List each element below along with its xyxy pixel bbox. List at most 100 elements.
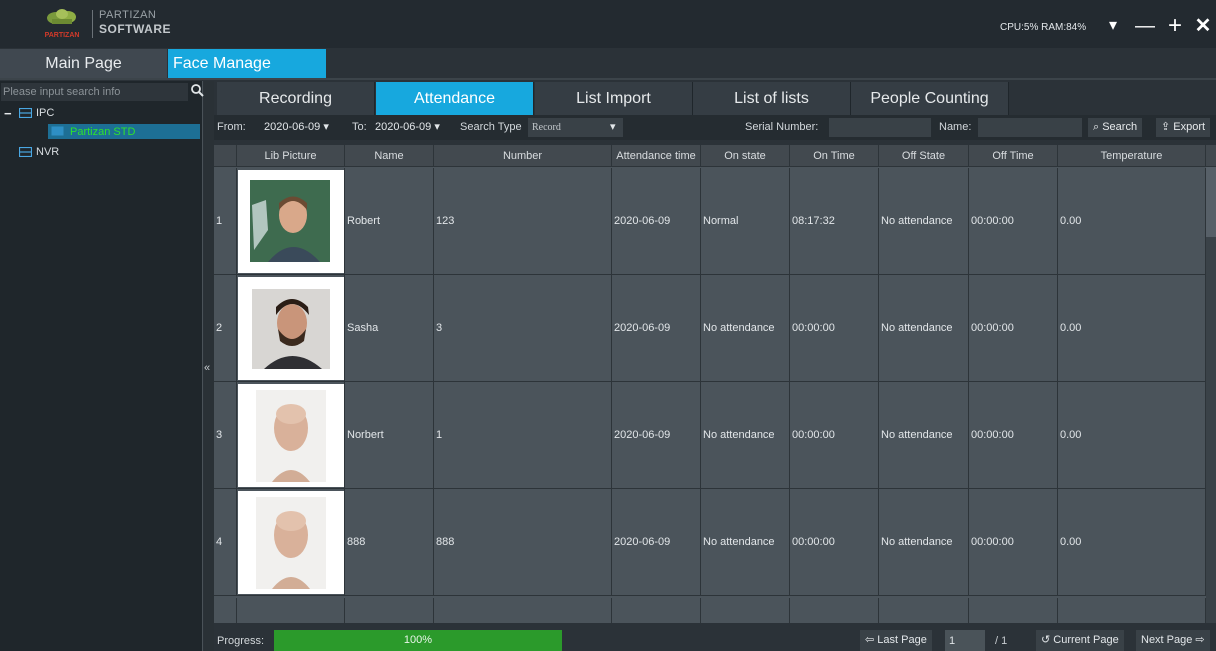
brand-name: PARTIZAN [99,9,157,21]
header-on-state[interactable]: On state [701,145,790,167]
off-state-cell: No attendance [879,489,969,596]
minimize-button[interactable]: — [1134,16,1156,36]
tree-item-nvr[interactable]: NVR [36,145,59,159]
header-attendance-time[interactable]: Attendance time [612,145,701,167]
table-row[interactable]: 3 Norbert 1 2020-06-09 No attendance 00:… [214,382,1206,489]
table-row[interactable]: 1 Robert 123 2020-06-09 Normal 08:17:32 … [214,168,1206,275]
collapse-tree-toggle[interactable]: − [4,106,12,121]
nav-tab-main-page[interactable]: Main Page [0,49,167,78]
off-time-cell: 00:00:00 [969,382,1058,489]
number-cell: 888 [434,489,612,596]
device-search-input[interactable] [1,83,188,101]
name-cell: Norbert [345,382,434,489]
camera-device-icon [51,126,64,136]
on-time-cell: 00:00:00 [790,382,879,489]
maximize-button[interactable]: + [1164,14,1186,38]
tab-recording[interactable]: Recording [217,82,375,115]
serial-number-label: Serial Number: [745,121,819,133]
empty-cell [969,598,1058,623]
name-cell: Robert [345,168,434,275]
from-date-picker[interactable]: 2020-06-09 ▾ [262,118,329,137]
empty-cell [612,598,701,623]
empty-cell [237,598,345,623]
on-state-cell: Normal [701,168,790,275]
row-index: 3 [214,382,237,489]
off-state-cell: No attendance [879,382,969,489]
nav-divider [0,78,1216,80]
search-icon[interactable] [190,83,204,97]
table-scrollbar-thumb[interactable] [1206,167,1216,237]
progress-bar: 100% [274,630,562,651]
on-state-cell: No attendance [701,382,790,489]
header-off-state[interactable]: Off State [879,145,969,167]
tree-item-partizan-std-label: Partizan STD [70,126,136,138]
window-menu-button[interactable]: ▾ [1102,16,1124,36]
current-page-button[interactable]: ↺ Current Page [1036,630,1124,651]
brand-subtitle: SOFTWARE [99,22,171,36]
table-header: Lib Picture Name Number Attendance time … [214,145,1216,167]
off-time-cell: 00:00:00 [969,168,1058,275]
serial-number-input[interactable] [829,118,931,137]
lib-picture-cell [237,489,345,596]
empty-table-row [214,598,1206,623]
tab-people-counting[interactable]: People Counting [851,82,1009,115]
header-lib-picture[interactable]: Lib Picture [237,145,345,167]
empty-cell [345,598,434,623]
ipc-device-icon [19,108,32,118]
page-number-input[interactable] [945,630,985,651]
empty-cell [701,598,790,623]
tab-list-of-lists[interactable]: List of lists [693,82,851,115]
pagination-footer: Progress: 100% ⇦ Last Page / 1 ↺ Current… [214,627,1216,651]
table-row[interactable]: 4 888 888 2020-06-09 No attendance 00:00… [214,489,1206,596]
filter-bar: From: 2020-06-09 ▾ To: 2020-06-09 ▾ Sear… [214,115,1216,140]
table-row[interactable]: 2 Sasha 3 2020-06-09 No attendance 00:00… [214,275,1206,382]
search-type-label: Search Type [460,121,522,133]
attendance-time-cell: 2020-06-09 [612,489,701,596]
partizan-logo: PARTIZAN [45,9,79,39]
number-cell: 1 [434,382,612,489]
attendance-time-cell: 2020-06-09 [612,275,701,382]
tab-attendance[interactable]: Attendance [376,82,534,115]
export-button[interactable]: ⇪ Export [1156,118,1211,137]
header-name[interactable]: Name [345,145,434,167]
header-off-time[interactable]: Off Time [969,145,1058,167]
tree-item-ipc[interactable]: IPC [36,106,54,120]
attendance-table: Lib Picture Name Number Attendance time … [214,145,1216,623]
nvr-device-icon [19,147,32,157]
device-sidebar: − IPC Partizan STD NVR [0,81,204,651]
empty-cell [214,598,237,623]
progress-text: 100% [403,634,433,646]
on-state-cell: No attendance [701,489,790,596]
temperature-cell: 0.00 [1058,168,1206,275]
tree-item-partizan-std[interactable]: Partizan STD [70,125,135,139]
number-cell: 123 [434,168,612,275]
title-bar: PARTIZAN PARTIZAN SOFTWARE CPU:5% RAM:84… [0,0,1216,48]
header-temperature[interactable]: Temperature [1058,145,1206,167]
name-input[interactable] [978,118,1082,137]
on-state-cell: No attendance [701,275,790,382]
next-page-button[interactable]: Next Page ⇨ [1136,630,1210,651]
last-page-button[interactable]: ⇦ Last Page [860,630,932,651]
lib-picture-cell [237,275,345,382]
close-button[interactable]: ✕ [1192,16,1214,36]
nav-tab-face-manage[interactable]: Face Manage [168,49,326,78]
search-button[interactable]: ⌕ Search [1088,118,1143,137]
header-number[interactable]: Number [434,145,612,167]
row-index: 2 [214,275,237,382]
on-time-cell: 00:00:00 [790,275,879,382]
header-on-time[interactable]: On Time [790,145,879,167]
empty-cell [1058,598,1206,623]
number-cell: 3 [434,275,612,382]
search-type-select[interactable]: Record ▾ [528,118,623,137]
tab-list-import[interactable]: List Import [535,82,693,115]
to-label: To: [352,121,367,133]
off-state-cell: No attendance [879,275,969,382]
row-index: 1 [214,168,237,275]
tree-item-nvr-label: NVR [36,146,60,158]
temperature-cell: 0.00 [1058,275,1206,382]
chevron-down-icon: ▾ [610,121,616,133]
attendance-time-cell: 2020-06-09 [612,382,701,489]
to-date-picker[interactable]: 2020-06-09 ▾ [373,118,440,137]
from-label: From: [217,121,246,133]
collapse-sidebar-icon[interactable]: « [204,362,210,374]
